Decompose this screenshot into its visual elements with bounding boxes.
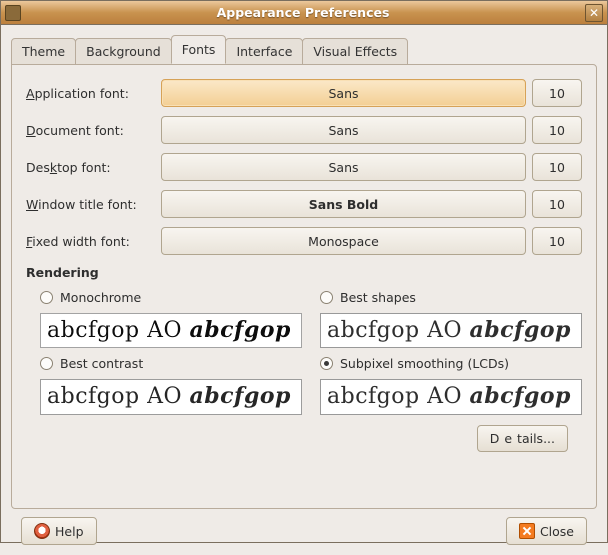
rendering-contrast-label: Best contrast [60,356,143,371]
sample-subpixel: abcfgop AO abcfgop [320,379,582,414]
radio-icon [40,357,53,370]
desktop-font-size[interactable]: 10 [532,153,582,181]
rendering-shapes-label: Best shapes [340,290,416,305]
sample-shapes: abcfgop AO abcfgop [320,313,582,348]
fixed-width-font-label: Fixed width font: [26,234,161,249]
document-font-button[interactable]: Sans [161,116,526,144]
window-app-icon [5,5,21,21]
help-icon [34,523,50,539]
rendering-subpixel-radio[interactable]: Subpixel smoothing (LCDs) [320,354,582,373]
application-font-size[interactable]: 10 [532,79,582,107]
fixed-width-font-size[interactable]: 10 [532,227,582,255]
window-title-font-size[interactable]: 10 [532,190,582,218]
tab-interface[interactable]: Interface [225,38,303,65]
radio-icon [320,291,333,304]
tabs: Theme Background Fonts Interface Visual … [11,35,597,64]
tab-background[interactable]: Background [75,38,172,65]
rendering-title: Rendering [26,265,582,280]
application-font-button[interactable]: Sans [161,79,526,107]
radio-icon [40,291,53,304]
tab-fonts[interactable]: Fonts [171,35,227,64]
window-title: Appearance Preferences [21,5,585,20]
rendering-monochrome-radio[interactable]: Monochrome [40,288,302,307]
rendering-contrast-radio[interactable]: Best contrast [40,354,302,373]
close-icon [519,523,535,539]
close-button[interactable]: Close [506,517,587,545]
sample-monochrome: abcfgop AO abcfgop [40,313,302,348]
desktop-font-label: Desktop font: [26,160,161,175]
tab-theme[interactable]: Theme [11,38,76,65]
rendering-shapes-radio[interactable]: Best shapes [320,288,582,307]
document-font-size[interactable]: 10 [532,116,582,144]
fonts-panel: Application font: Sans 10 Document font:… [11,64,597,509]
fixed-width-font-button[interactable]: Monospace [161,227,526,255]
tab-visual-effects[interactable]: Visual Effects [302,38,408,65]
radio-icon [320,357,333,370]
application-font-label: Application font: [26,86,161,101]
rendering-monochrome-label: Monochrome [60,290,141,305]
titlebar: Appearance Preferences ✕ [1,1,607,25]
rendering-subpixel-label: Subpixel smoothing (LCDs) [340,356,509,371]
window-title-font-label: Window title font: [26,197,161,212]
help-button[interactable]: Help [21,517,97,545]
window-close-button[interactable]: ✕ [585,4,603,22]
window-title-font-button[interactable]: Sans Bold [161,190,526,218]
details-button[interactable]: Details... [477,425,568,452]
document-font-label: Document font: [26,123,161,138]
desktop-font-button[interactable]: Sans [161,153,526,181]
sample-contrast: abcfgop AO abcfgop [40,379,302,414]
